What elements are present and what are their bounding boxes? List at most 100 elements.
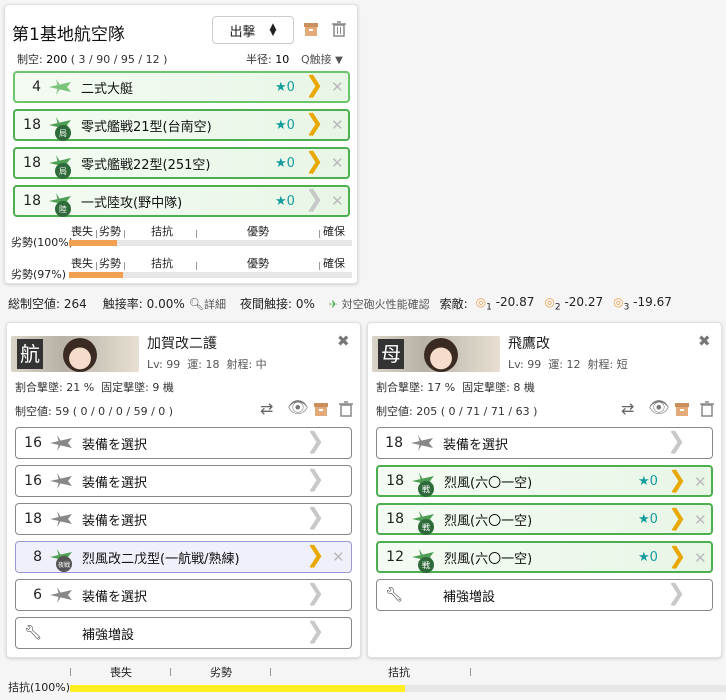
close-icon[interactable]: ✕ <box>694 511 707 529</box>
proficiency-chevron-icon[interactable]: 〉〉 <box>308 113 334 137</box>
unit-badge: 戦 <box>418 481 434 497</box>
proficiency-chevron-icon[interactable]: 〉〉 <box>309 469 335 493</box>
bottom-mark-lost: 喪失 <box>110 666 132 679</box>
equipment-slot[interactable]: 6 装備を選択 〉〉 <box>15 579 352 611</box>
eye-icon[interactable]: 👁︎ <box>287 398 309 418</box>
base-slot[interactable]: 18 局 零式艦戦21型(台南空) ★0 〉〉 ✕ <box>13 109 350 141</box>
trash-icon[interactable] <box>337 400 355 418</box>
slot-name: 補強増設 <box>443 589 496 605</box>
bar-tick <box>196 230 197 238</box>
ship-stats: Lv: 99 運: 18 射程: 中 <box>147 358 267 371</box>
proficiency-star[interactable]: ★0 <box>275 118 295 133</box>
bar-tick <box>96 230 97 238</box>
unit-badge: 戦 <box>418 519 434 535</box>
bar-tick <box>96 262 97 270</box>
proficiency-chevron-icon[interactable]: 〉〉 <box>308 151 334 175</box>
close-icon[interactable]: ✕ <box>331 154 344 172</box>
trash-icon[interactable] <box>330 20 348 38</box>
bar-mark: 拮抗 <box>151 225 173 238</box>
equipment-slot[interactable]: 18 戦 烈風(六〇一空) ★0 〉〉 ✕ <box>376 465 713 497</box>
proficiency-chevron-icon[interactable]: 〉〉 <box>670 431 696 455</box>
proficiency-chevron-icon[interactable]: 〉〉 <box>670 583 696 607</box>
box-icon[interactable] <box>673 400 691 418</box>
swap-icon[interactable]: ⇄ <box>621 399 634 418</box>
proficiency-star[interactable]: ★0 <box>275 156 295 171</box>
close-icon[interactable]: ✕ <box>331 116 344 134</box>
equipment-slot[interactable]: 18 装備を選択 〉〉 <box>15 503 352 535</box>
bottom-tick <box>270 668 271 676</box>
equipment-slot[interactable]: 12 戦 烈風(六〇一空) ★0 〉〉 ✕ <box>376 541 713 573</box>
enemy-label: 索敵: <box>439 297 468 312</box>
proficiency-star[interactable]: ★0 <box>275 80 295 95</box>
ship-name[interactable]: 加賀改二護 <box>147 333 217 353</box>
equipment-slot[interactable]: 16 装備を選択 〉〉 <box>15 465 352 497</box>
close-icon[interactable]: ✕ <box>694 473 707 491</box>
box-icon[interactable] <box>312 400 330 418</box>
base-radius: 半径: 10 <box>246 53 290 66</box>
detail-link[interactable]: 🔍︎詳細 <box>189 296 226 312</box>
slot-count: 8 <box>33 549 42 565</box>
proficiency-chevron-icon[interactable]: 〉〉 <box>308 75 334 99</box>
proficiency-chevron-icon[interactable]: 〉〉 <box>671 546 697 570</box>
slot-name: 装備を選択 <box>82 475 148 491</box>
slot-name: 零式艦戦22型(251空) <box>81 157 211 173</box>
trash-icon[interactable] <box>698 400 716 418</box>
contact-rate: 触接率: 0.00% <box>102 297 185 312</box>
unit-badge: 陸 <box>55 201 71 217</box>
slot-count: 18 <box>23 193 41 209</box>
base-slot[interactable]: 18 局 零式艦戦22型(251空) ★0 〉〉 ✕ <box>13 147 350 179</box>
close-icon[interactable]: ✕ <box>331 78 344 96</box>
ship-name[interactable]: 飛鷹改 <box>508 333 550 353</box>
proficiency-chevron-icon[interactable]: 〉〉 <box>671 508 697 532</box>
equipment-slot[interactable]: 🔧︎ 補強増設 〉〉 <box>376 579 713 611</box>
proficiency-chevron-icon[interactable]: 〉〉 <box>309 507 335 531</box>
equipment-slot[interactable]: 18 戦 烈風(六〇一空) ★0 〉〉 ✕ <box>376 503 713 535</box>
sortie-select[interactable]: 出撃 ▲ ▼ <box>212 16 294 44</box>
proficiency-star[interactable]: ★0 <box>638 474 658 489</box>
equipment-slot[interactable]: 🔧︎ 補強増設 〉〉 <box>15 617 352 649</box>
close-icon[interactable]: ✕ <box>694 549 707 567</box>
bar-mark: 優勢 <box>247 257 269 270</box>
plane-icon <box>50 511 72 527</box>
ship-face <box>63 338 97 372</box>
proficiency-star[interactable]: ★0 <box>275 194 295 209</box>
box-icon[interactable] <box>302 20 320 38</box>
close-icon[interactable]: ✖ <box>698 332 711 350</box>
slot-count: 18 <box>23 117 41 133</box>
close-icon[interactable]: ✕ <box>332 548 345 566</box>
close-icon[interactable]: ✕ <box>331 192 344 210</box>
eye-icon[interactable]: 👁︎ <box>648 398 670 418</box>
equipment-slot[interactable]: 18 装備を選択 〉〉 <box>376 427 713 459</box>
bar-mark: 劣勢 <box>99 225 121 238</box>
aa-check[interactable]: ✈︎ 対空砲火性能確認 <box>329 296 430 312</box>
swap-icon[interactable]: ⇄ <box>260 399 273 418</box>
ship-portrait[interactable]: 航 <box>11 336 139 372</box>
proficiency-chevron-icon[interactable]: 〉〉 <box>309 545 335 569</box>
proficiency-chevron-icon[interactable]: 〉〉 <box>309 431 335 455</box>
ship-panel-2: 母 飛鷹改 ✖ Lv: 99 運: 12 射程: 短 割合撃墜: 17 % 固定… <box>367 322 722 658</box>
proficiency-star[interactable]: ★0 <box>638 512 658 527</box>
ship-portrait[interactable]: 母 <box>372 336 500 372</box>
unit-badge: 戦 <box>418 557 434 573</box>
bar-status: 劣勢(100%) <box>11 236 74 249</box>
equipment-slot[interactable]: 16 装備を選択 〉〉 <box>15 427 352 459</box>
slot-count: 18 <box>24 511 42 527</box>
close-icon[interactable]: ✖ <box>337 332 350 350</box>
proficiency-chevron-icon[interactable]: 〉〉 <box>308 189 334 213</box>
bar-status: 劣勢(97%) <box>11 268 67 281</box>
proficiency-star[interactable]: ★0 <box>638 550 658 565</box>
proficiency-chevron-icon[interactable]: 〉〉 <box>309 583 335 607</box>
ship-class-glyph: 航 <box>17 339 43 369</box>
updown-icon: ▲ ▼ <box>269 22 277 38</box>
base-air-panel: 第1基地航空隊 出撃 ▲ ▼ 制空: 200 ( 3 / 90 / 95 / 12… <box>4 4 358 284</box>
search-icon: 🔍︎ <box>188 296 204 311</box>
base-air-info: 制空: 200 ( 3 / 90 / 95 / 12 ) <box>17 53 168 66</box>
equipment-slot[interactable]: 8 夜戦 烈風改二戊型(一航戦/熟練) 〉〉 ✕ <box>15 541 352 573</box>
proficiency-chevron-icon[interactable]: 〉〉 <box>671 470 697 494</box>
contact-toggle[interactable]: Q触接 ▼ <box>301 51 343 67</box>
base-slot[interactable]: 4 二式大艇 ★0 〉〉 ✕ <box>13 71 350 103</box>
unit-badge: 夜戦 <box>56 556 72 572</box>
base-slot[interactable]: 18 陸 一式陸攻(野中隊) ★0 〉〉 ✕ <box>13 185 350 217</box>
proficiency-chevron-icon[interactable]: 〉〉 <box>309 621 335 645</box>
bar-mark: 確保 <box>323 257 345 270</box>
